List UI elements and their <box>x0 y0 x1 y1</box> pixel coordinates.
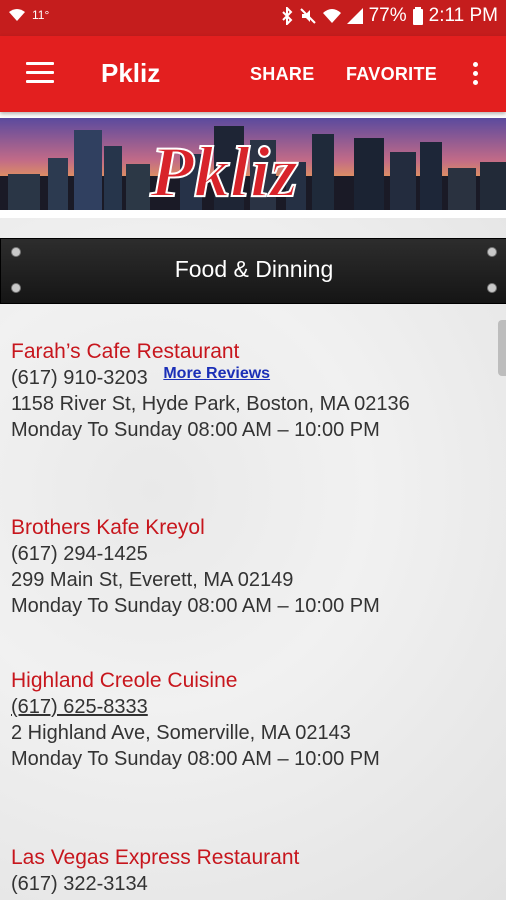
favorite-button[interactable]: FAVORITE <box>346 64 437 85</box>
skyline-image: Pkliz <box>0 126 506 210</box>
hours: Monday To Sunday 08:00 AM – 10:00 PM <box>11 419 380 441</box>
city-banner: Pkliz <box>0 118 506 210</box>
restaurant-name[interactable]: Brothers Kafe Kreyol <box>11 515 501 541</box>
cell-signal-icon <box>346 8 363 24</box>
bolt-icon <box>487 283 497 293</box>
battery-percent: 77% <box>368 5 407 26</box>
restaurant-name[interactable]: Las Vegas Express Restaurant <box>11 845 501 871</box>
wifi-signal-icon <box>322 9 341 23</box>
address: 1158 River St, Hyde Park, Boston, MA 021… <box>11 393 410 415</box>
phone-number[interactable]: (617) 322-3134 <box>11 871 501 897</box>
address: 299 Main St, Everett, MA 02149 <box>11 569 294 591</box>
hamburger-menu-icon[interactable] <box>26 62 54 84</box>
temperature: 11° <box>32 8 50 22</box>
status-bar: 11° 77% 2:11 PM <box>0 0 506 36</box>
phone-number[interactable]: (617) 625-8333 <box>11 694 501 720</box>
mute-icon <box>299 8 316 24</box>
section-header: Food & Dinning <box>0 238 506 304</box>
wifi-icon <box>9 9 25 21</box>
phone-number[interactable]: (617) 910-3203 <box>11 367 148 389</box>
bolt-icon <box>11 283 21 293</box>
restaurant-name[interactable]: Farah’s Cafe Restaurant <box>11 339 501 365</box>
section-title: Food & Dinning <box>174 256 334 282</box>
app-title: Pkliz <box>101 58 161 88</box>
listing-item: Las Vegas Express Restaurant (617) 322-3… <box>11 845 501 897</box>
share-button[interactable]: SHARE <box>250 64 315 85</box>
restaurant-name[interactable]: Highland Creole Cuisine <box>11 668 501 694</box>
clock: 2:11 PM <box>428 5 498 26</box>
phone-number[interactable]: (617) 294-1425 <box>11 541 501 567</box>
listing-item: Highland Creole Cuisine (617) 625-8333 2… <box>11 668 501 772</box>
banner-logo: Pkliz <box>149 132 298 210</box>
hours: Monday To Sunday 08:00 AM – 10:00 PM <box>11 748 380 770</box>
more-reviews-link[interactable]: More Reviews <box>163 365 270 382</box>
battery-icon <box>412 7 423 25</box>
listing-item: Brothers Kafe Kreyol (617) 294-1425 299 … <box>11 515 501 619</box>
address: 2 Highland Ave, Somerville, MA 02143 <box>11 722 351 744</box>
more-options-icon[interactable] <box>470 60 480 88</box>
app-bar: Pkliz SHARE FAVORITE <box>0 36 506 112</box>
hours: Monday To Sunday 08:00 AM – 10:00 PM <box>11 595 380 617</box>
listing-item: Farah’s Cafe Restaurant (617) 910-3203 M… <box>11 339 501 443</box>
bluetooth-icon <box>281 7 293 25</box>
